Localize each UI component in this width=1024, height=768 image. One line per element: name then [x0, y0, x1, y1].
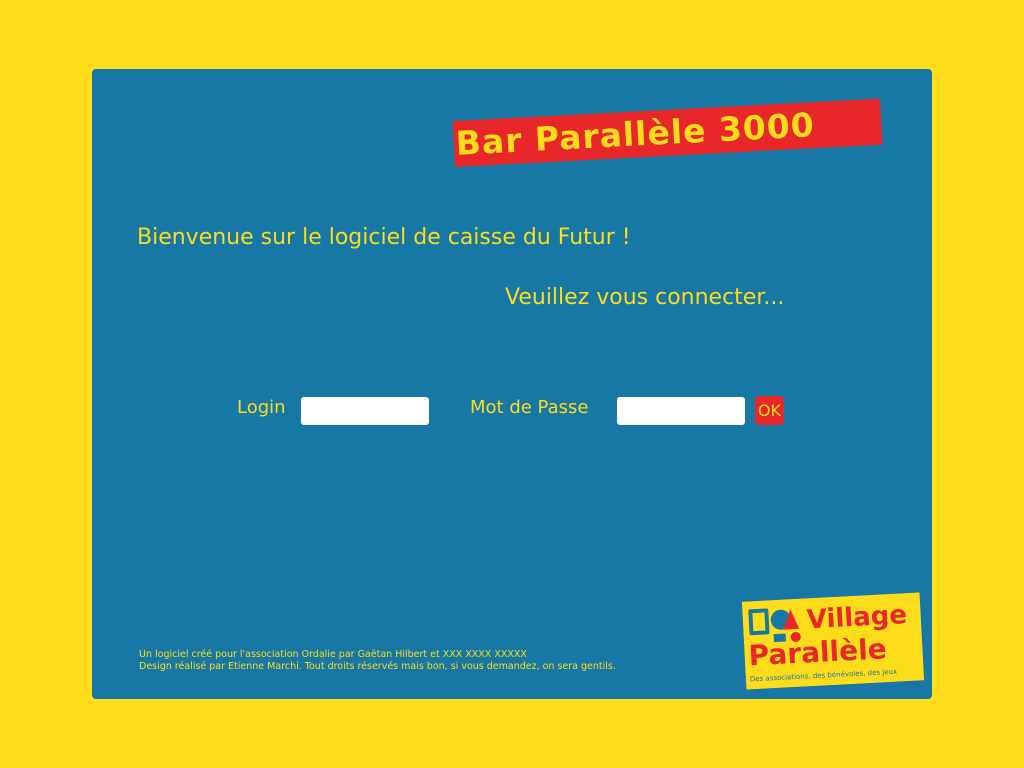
village-parallele-logo: Village Parallèle Des associations, des …: [741, 592, 925, 690]
footer-credits: Un logiciel créé pour l'association Orda…: [139, 649, 616, 673]
login-label: Login: [237, 397, 286, 418]
title-banner: Bar Parallèle 3000: [452, 98, 883, 167]
app-title: Bar Parallèle 3000: [454, 105, 816, 163]
footer-line-design: Design réalisé par Etienne Marchi. Tout …: [139, 661, 616, 672]
logo-word-village: Village: [806, 600, 908, 635]
password-input[interactable]: [617, 397, 745, 425]
login-panel: Bar Parallèle 3000 Bienvenue sur le logi…: [92, 69, 932, 699]
ok-button[interactable]: OK: [755, 396, 784, 425]
logo-graphic: Village Parallèle Des associations, des …: [741, 592, 925, 690]
footer-line-credits: Un logiciel créé pour l'association Orda…: [139, 649, 527, 660]
login-input[interactable]: [301, 397, 429, 425]
connect-prompt: Veuillez vous connecter...: [505, 285, 785, 310]
welcome-message: Bienvenue sur le logiciel de caisse du F…: [137, 225, 631, 250]
password-label: Mot de Passe: [470, 397, 589, 418]
